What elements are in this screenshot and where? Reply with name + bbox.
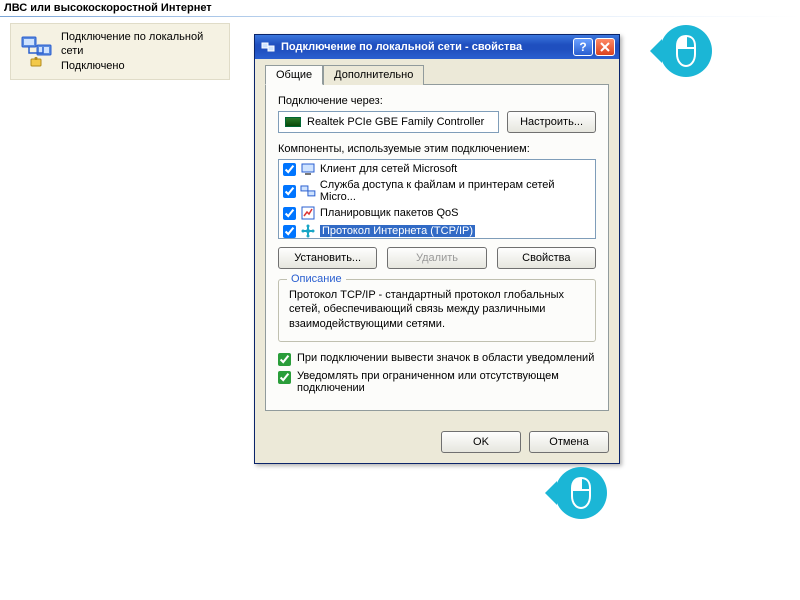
notify-limited-check[interactable]: Уведомлять при ограниченном или отсутств… [278,370,596,394]
cancel-button[interactable]: Отмена [529,431,609,453]
service-icon [300,183,316,199]
component-checkbox[interactable] [283,225,296,238]
properties-dialog: Подключение по локальной сети - свойства… [254,34,620,464]
help-button[interactable]: ? [573,38,593,56]
component-checkbox[interactable] [283,185,296,198]
components-label: Компоненты, используемые этим подключени… [278,143,596,155]
titlebar-icon [261,40,275,54]
section-header: ЛВС или высокоскоростной Интернет [0,0,800,16]
component-label: Клиент для сетей Microsoft [320,163,457,175]
close-button[interactable] [595,38,615,56]
description-legend: Описание [287,273,346,285]
tab-advanced[interactable]: Дополнительно [323,65,424,85]
component-label: Планировщик пакетов QoS [320,207,459,219]
configure-button[interactable]: Настроить... [507,111,596,133]
notify-limited-checkbox[interactable] [278,371,291,384]
tab-panel-general: Подключение через: Realtek PCIe GBE Fami… [265,84,609,411]
lan-connection-icon [21,35,53,67]
ok-button[interactable]: OK [441,431,521,453]
show-icon-label: При подключении вывести значок в области… [297,352,594,364]
list-item[interactable]: Служба доступа к файлам и принтерам сете… [279,178,595,204]
description-group: Описание Протокол TCP/IP - стандартный п… [278,279,596,342]
component-checkbox[interactable] [283,207,296,220]
mouse-callout-ok [555,467,607,519]
install-button[interactable]: Установить... [278,247,377,269]
connection-name: Подключение по локальной сети [61,30,219,59]
component-label: Протокол Интернета (TCP/IP) [320,225,475,237]
client-icon [300,161,316,177]
tab-general[interactable]: Общие [265,65,323,85]
properties-button[interactable]: Свойства [497,247,596,269]
section-divider [0,16,800,17]
dialog-footer: OK Отмена [255,421,619,463]
titlebar[interactable]: Подключение по локальной сети - свойства… [255,35,619,59]
mouse-icon [673,34,699,68]
mouse-icon [568,476,594,510]
list-item[interactable]: Протокол Интернета (TCP/IP) [279,222,595,239]
show-icon-checkbox[interactable] [278,353,291,366]
adapter-box[interactable]: Realtek PCIe GBE Family Controller [278,111,499,133]
tabstrip: Общие Дополнительно [265,65,609,85]
mouse-callout-close [660,25,712,77]
components-list[interactable]: Клиент для сетей Microsoft Служба доступ… [278,159,596,239]
description-text: Протокол TCP/IP - стандартный протокол г… [289,288,585,331]
connection-status: Подключено [61,59,219,73]
qos-icon [300,205,316,221]
show-icon-check[interactable]: При подключении вывести значок в области… [278,352,596,366]
list-item[interactable]: Клиент для сетей Microsoft [279,160,595,178]
list-item[interactable]: Планировщик пакетов QoS [279,204,595,222]
connection-item[interactable]: Подключение по локальной сети Подключено [10,23,230,80]
connection-text: Подключение по локальной сети Подключено [61,30,219,73]
connect-via-label: Подключение через: [278,95,596,107]
component-label: Служба доступа к файлам и принтерам сете… [320,179,591,203]
remove-button: Удалить [387,247,486,269]
dialog-title: Подключение по локальной сети - свойства [281,41,571,53]
protocol-icon [300,223,316,239]
adapter-chip-icon [285,117,301,127]
adapter-name: Realtek PCIe GBE Family Controller [307,116,484,128]
component-checkbox[interactable] [283,163,296,176]
notify-limited-label: Уведомлять при ограниченном или отсутств… [297,370,596,394]
